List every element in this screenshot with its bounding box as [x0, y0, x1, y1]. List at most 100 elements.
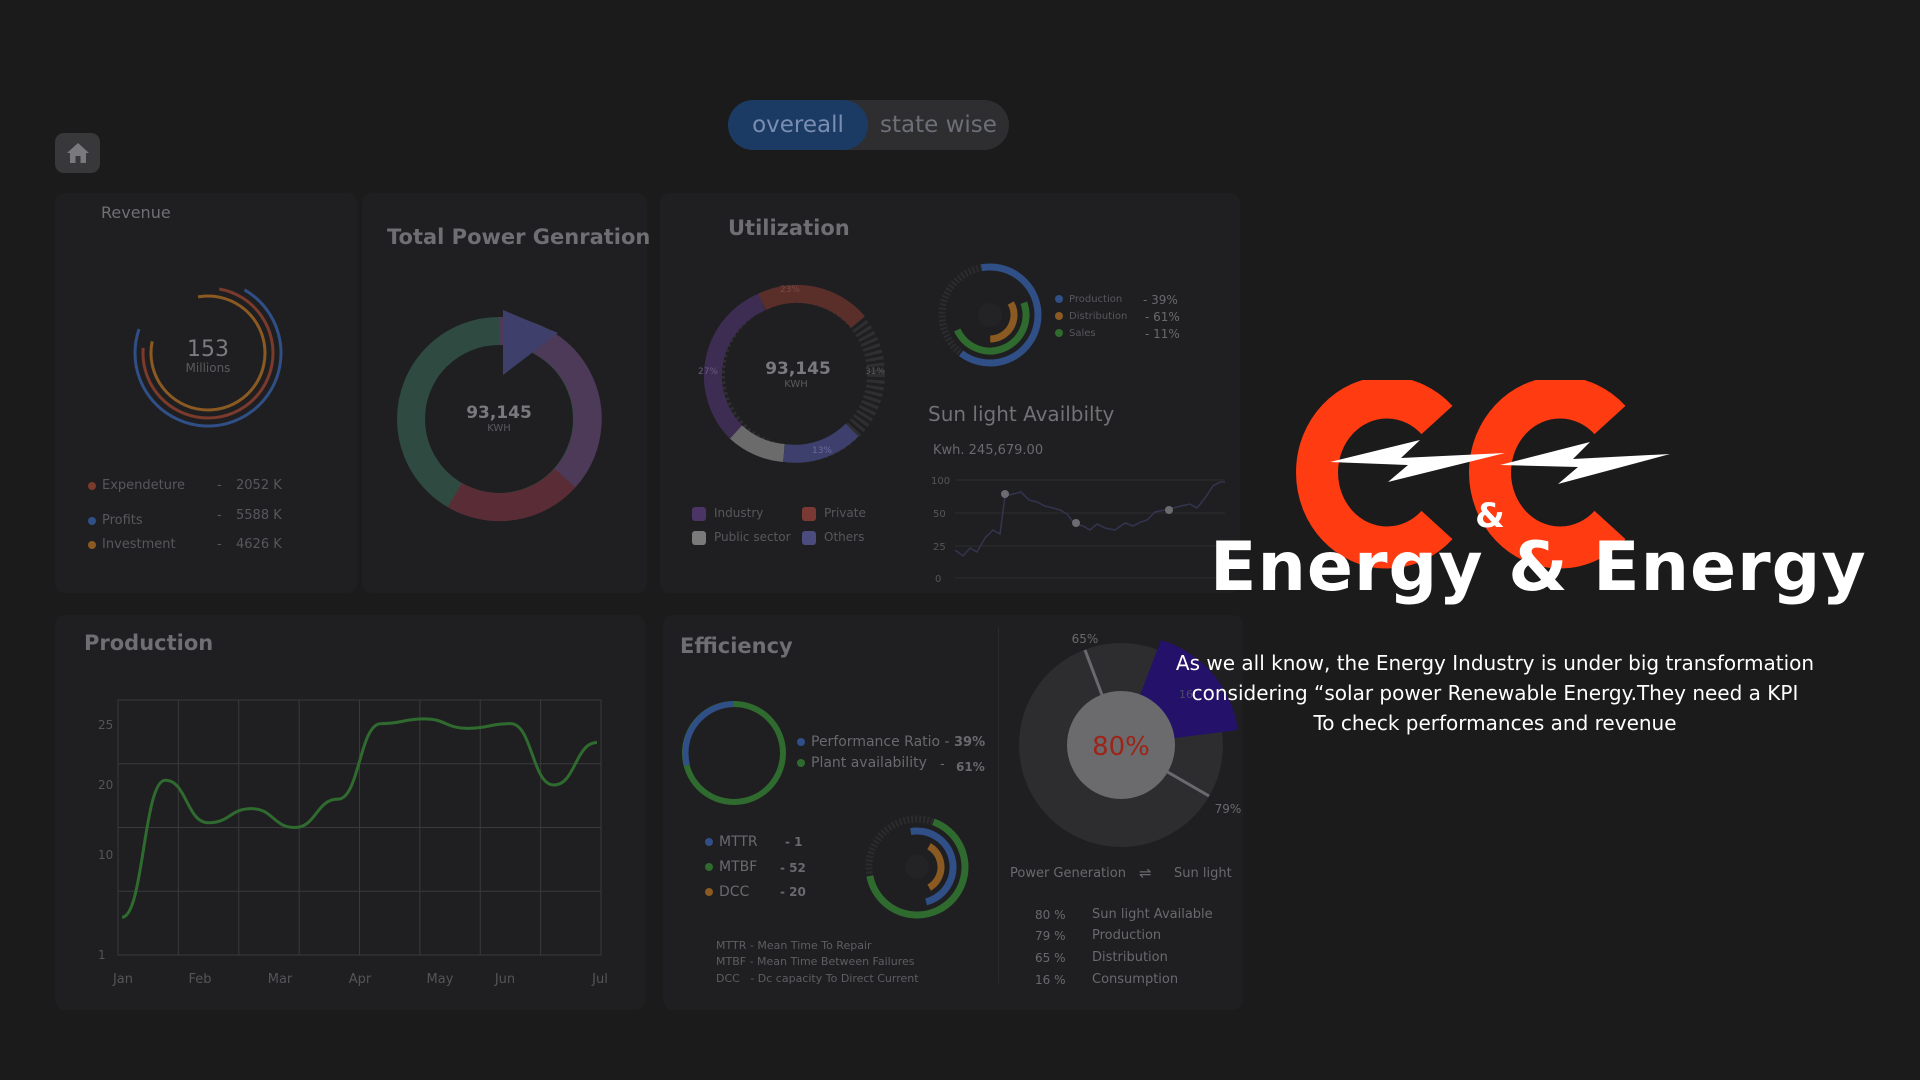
ring-legend-production: Production [1055, 294, 1122, 305]
metric-dcc: DCC [705, 884, 749, 900]
sun-y-100: 100 [931, 476, 950, 487]
pie-label-79: 79% [1215, 802, 1242, 816]
y-tick-label: 10 [98, 848, 113, 862]
x-tick-label: May [427, 972, 454, 987]
production-title: Production [84, 631, 214, 655]
sunlight-point [1072, 519, 1080, 527]
revenue-legend-value-1: 2052 K [236, 478, 282, 493]
y-tick-label: 25 [98, 718, 113, 732]
metric-mtbf: MTBF [705, 859, 757, 875]
ps-row-1-pct: 80 % [1035, 908, 1066, 922]
revenue-legend-2: Profits [88, 513, 143, 528]
sun-y-50: 50 [933, 509, 946, 520]
ring-legend-distribution-value: - 61% [1145, 310, 1180, 324]
x-tick-label: Mar [268, 972, 293, 987]
ps-row-4-pct: 16 % [1035, 973, 1066, 987]
utilization-donut: 23% 27% 31% 13% 93,145 KWH [698, 284, 885, 463]
util-seg-23: 23% [780, 285, 800, 295]
legend-dot [88, 481, 96, 490]
x-tick-label: Jun [494, 972, 515, 987]
eff-legend-plant: Plant availability [797, 755, 927, 771]
toggle-state-wise[interactable]: state wise [868, 100, 1009, 150]
legend-dot [88, 540, 96, 549]
tagline-line-1: As we all know, the Energy Industry is u… [1175, 651, 1815, 675]
sun-y-25: 25 [933, 542, 946, 553]
definition-mtbf: MTBF - Mean Time Between Failures [716, 955, 915, 968]
efficiency-rings [865, 815, 969, 919]
utilization-center-unit: KWH [784, 379, 808, 390]
utilization-center-value: 93,145 [765, 359, 831, 379]
ring-legend-sales-value: - 11% [1145, 327, 1180, 341]
ring-legend-distribution: Distribution [1055, 311, 1127, 322]
power-sun-legend-right: Sun light [1174, 866, 1232, 881]
brand-name: Energy & Energy [1210, 528, 1867, 607]
ps-row-2-pct: 79 % [1035, 929, 1066, 943]
home-button[interactable] [55, 133, 100, 173]
y-tick-label: 20 [98, 778, 113, 792]
util-seg-31: 31% [865, 367, 885, 377]
toggle-overall[interactable]: overeall [728, 100, 868, 150]
y-tick-label: 1 [98, 948, 106, 962]
home-icon [66, 143, 89, 163]
revenue-title: Revenue [101, 203, 171, 222]
pie-center-value: 80% [1092, 732, 1150, 762]
metric-mttr-value: - 1 [785, 835, 803, 849]
revenue-legend-3: Investment [88, 537, 176, 552]
eff-legend-performance-value: 39% [954, 735, 986, 750]
ps-row-3-pct: 65 % [1035, 951, 1066, 965]
swap-icon: ⇌ [1139, 864, 1152, 882]
metric-mttr: MTTR [705, 834, 758, 850]
metric-mtbf-value: - 52 [780, 861, 806, 875]
tagline-line-2: considering “solar power Renewable Energ… [1191, 681, 1799, 705]
sunlight-chart: 100 50 25 0 [931, 476, 1225, 585]
tagline-line-3: To check performances and revenue [1313, 711, 1677, 735]
sunlight-point [1165, 506, 1173, 514]
pie-label-65: 65% [1072, 632, 1099, 646]
brand-tagline: As we all know, the Energy Industry is u… [1160, 648, 1830, 738]
efficiency-title: Efficiency [680, 634, 793, 658]
ring-legend-production-value: - 39% [1143, 293, 1178, 307]
metric-dcc-value: - 20 [780, 885, 806, 899]
util-legend-private: Private [802, 506, 866, 521]
eff-legend-performance: Performance Ratio - [797, 734, 950, 750]
x-tick-label: Jul [591, 972, 608, 987]
bolt-right [1500, 442, 1670, 484]
ring-legend-sales: Sales [1055, 328, 1096, 339]
ps-row-1-label: Sun light Available [1092, 907, 1213, 922]
utilization-title: Utilization [728, 216, 850, 240]
legend-dot [88, 516, 96, 525]
total-power-donut: 93,145 KWH [397, 310, 602, 522]
revenue-center-value: 153 [187, 337, 229, 362]
revenue-legend-dash-2: - [217, 508, 222, 523]
util-legend-industry: Industry [692, 506, 763, 521]
util-seg-27: 27% [698, 367, 718, 377]
ps-row-3-label: Distribution [1092, 950, 1168, 965]
sunlight-title: Sun light Availbilty [928, 402, 1115, 426]
revenue-legend-1: Expendeture [88, 478, 185, 493]
sunlight-kwh: Kwh. 245,679.00 [933, 443, 1044, 458]
eff-legend-plant-dash: - [940, 757, 945, 772]
power-sun-legend-left: Power Generation [1010, 866, 1126, 881]
view-toggle: overeall state wise [728, 100, 1009, 150]
sunlight-point [1001, 490, 1009, 498]
total-power-center-value: 93,145 [466, 403, 532, 423]
sunlight-line [954, 481, 1225, 558]
revenue-legend-dash-1: - [217, 478, 222, 493]
util-seg-13: 13% [812, 446, 832, 456]
production-chart: 25 20 10 1 Jan Feb Mar Apr May Jun Jul [98, 699, 608, 987]
util-legend-others: Others [802, 530, 864, 545]
util-legend-public: Public sector [692, 530, 791, 545]
efficiency-ring [682, 701, 786, 805]
x-tick-label: Feb [188, 972, 211, 987]
revenue-rings: 153 Millions [133, 278, 283, 428]
eff-legend-plant-value: 61% [956, 760, 985, 774]
efficiency-divider [998, 628, 999, 983]
definition-mttr: MTTR - Mean Time To Repair [716, 939, 872, 952]
revenue-legend-value-2: 5588 K [236, 508, 282, 523]
sun-y-0: 0 [935, 574, 941, 585]
total-power-center-unit: KWH [487, 423, 511, 434]
utilization-rings [938, 263, 1042, 367]
revenue-center-unit: Millions [186, 361, 231, 375]
x-tick-label: Jan [112, 972, 133, 987]
ps-row-2-label: Production [1092, 928, 1162, 943]
